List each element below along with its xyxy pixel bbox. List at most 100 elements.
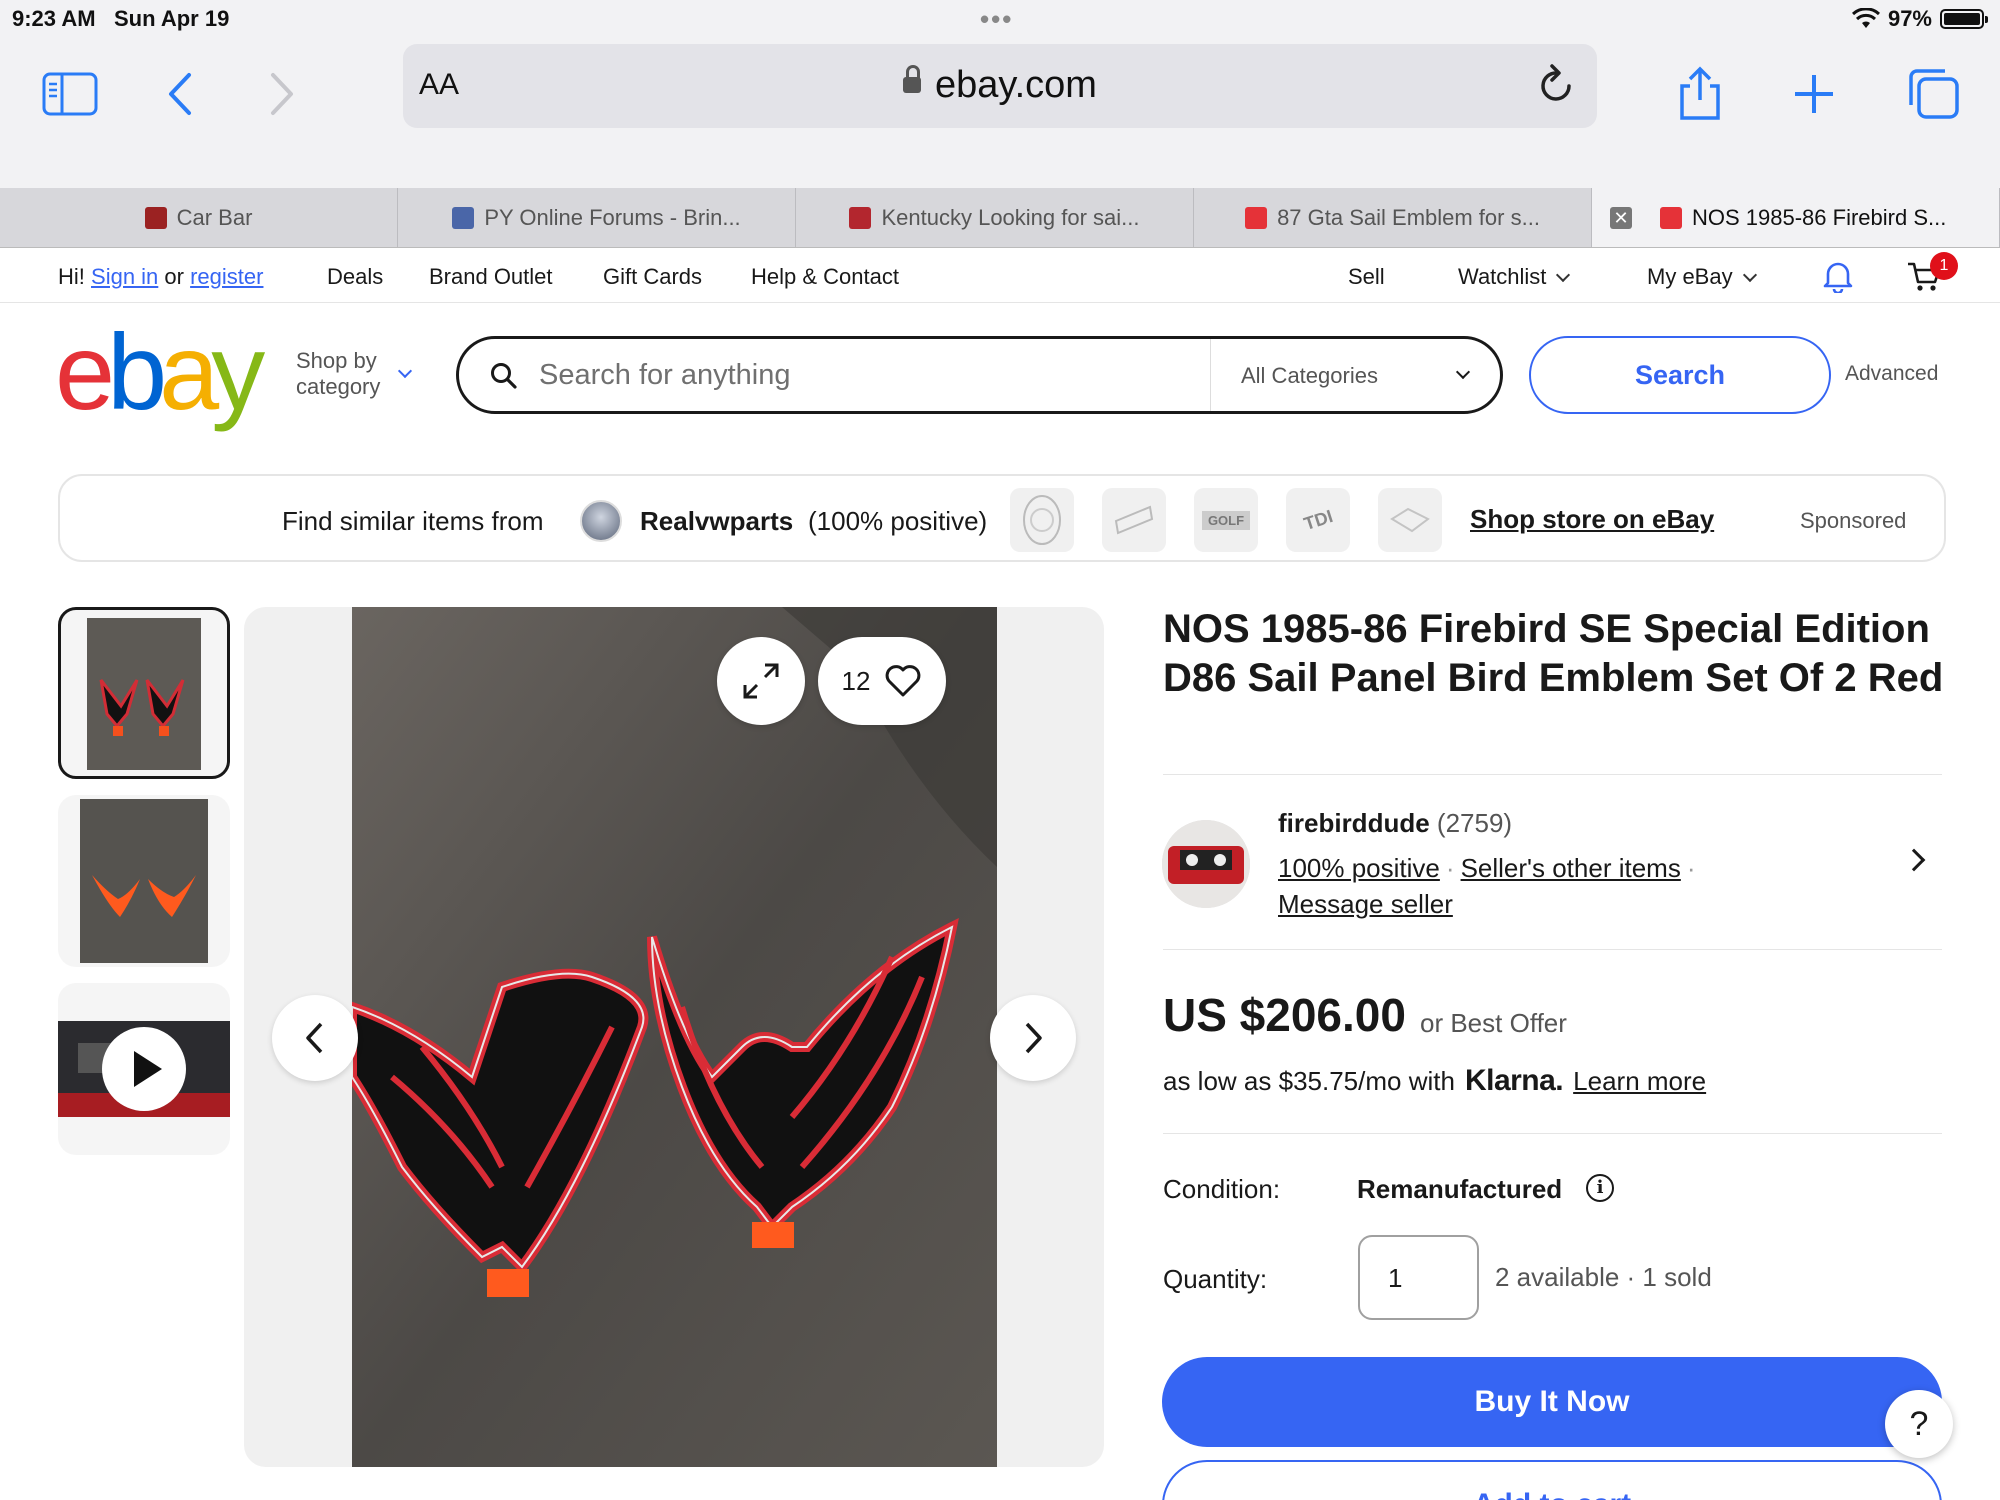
register-link[interactable]: register <box>190 264 263 289</box>
tab-car-bar[interactable]: Car Bar <box>0 188 398 247</box>
status-bar: 9:23 AM Sun Apr 19 ••• 97% <box>0 0 2000 36</box>
status-right: 97% <box>1851 6 1988 32</box>
advanced-search-link[interactable]: Advanced <box>1845 362 1938 386</box>
nav-help-contact[interactable]: Help & Contact <box>751 264 899 290</box>
chevron-right-icon[interactable] <box>1902 848 1926 872</box>
sponsored-store-banner: Find similar items from Realvwparts (100… <box>58 474 1946 562</box>
seller-other-items-link[interactable]: Seller's other items <box>1461 853 1681 883</box>
quantity-label: Quantity: <box>1163 1264 1268 1294</box>
tab-label: Car Bar <box>176 204 253 230</box>
tab-label: Kentucky Looking for sai... <box>881 204 1140 230</box>
tab-py-forums[interactable]: PY Online Forums - Brin... <box>398 188 796 247</box>
multitask-dots[interactable]: ••• <box>980 4 1013 35</box>
expand-icon[interactable] <box>717 637 805 725</box>
nav-my-ebay[interactable]: My eBay <box>1647 264 1757 290</box>
listing-title: NOS 1985-86 Firebird SE Special Edition … <box>1163 607 1944 700</box>
watch-count: 12 <box>841 665 871 696</box>
seller-avatar[interactable] <box>1162 820 1250 908</box>
close-tab-icon[interactable]: ✕ <box>1610 206 1632 229</box>
store-item-thumb[interactable] <box>1010 488 1074 552</box>
klarna-logo: Klarna. <box>1464 1064 1564 1097</box>
thumb-text: TDI <box>1300 505 1335 534</box>
nav-gift-cards[interactable]: Gift Cards <box>603 264 702 290</box>
thumb-text: GOLF <box>1201 510 1251 530</box>
shop-by-category-button[interactable]: Shop by category <box>296 348 380 400</box>
search-icon <box>489 361 519 396</box>
store-avatar[interactable] <box>580 500 622 542</box>
info-icon[interactable]: i <box>1586 1174 1614 1202</box>
tab-favicon <box>452 206 475 229</box>
store-seller-name[interactable]: Realvwparts <box>640 506 793 537</box>
ebay-logo[interactable]: ebay <box>55 318 265 426</box>
seller-info[interactable]: firebirddude (2759) <box>1278 808 1512 839</box>
share-icon[interactable] <box>1670 64 1730 124</box>
gallery-thumb-video[interactable] <box>58 983 230 1155</box>
klarna-financing: as low as $35.75/mo with Klarna. Learn mor… <box>1163 1064 1706 1098</box>
status-time: 9:23 AM <box>12 6 96 31</box>
tab-label: NOS 1985-86 Firebird S... <box>1692 204 1947 230</box>
chevron-down-icon <box>1455 364 1471 380</box>
orange-emblem-thumb-image <box>80 799 208 963</box>
positive-feedback-link[interactable]: 100% positive <box>1278 853 1440 883</box>
ebay-top-nav: Hi! Sign in or register Deals Brand Outl… <box>0 249 2000 303</box>
reload-icon[interactable] <box>1537 62 1577 111</box>
gallery-thumb-1[interactable] <box>58 607 230 779</box>
seller-links: 100% positive · Seller's other items · Mess… <box>1278 853 1696 919</box>
firebird-emblem-photo <box>352 607 997 1467</box>
klarna-text: as low as $35.75/mo with <box>1163 1066 1455 1096</box>
sidebar-icon[interactable] <box>40 64 100 124</box>
cart-count-badge: 1 <box>1930 252 1958 280</box>
previous-image-button[interactable] <box>272 995 358 1081</box>
tab-label: PY Online Forums - Brin... <box>484 204 741 230</box>
best-offer-text: or Best Offer <box>1420 1008 1567 1038</box>
search-button[interactable]: Search <box>1529 336 1831 414</box>
nav-deals[interactable]: Deals <box>327 264 383 290</box>
heart-icon <box>886 665 921 697</box>
search-input[interactable]: Search for anything <box>539 359 790 392</box>
quantity-input[interactable]: 1 <box>1358 1235 1479 1320</box>
category-select[interactable]: All Categories <box>1241 363 1378 389</box>
chevron-down-icon <box>1742 267 1757 283</box>
seller-feedback-count: (2759) <box>1436 808 1513 838</box>
main-product-image[interactable]: 12 <box>244 607 1104 1467</box>
status-date: Sun Apr 19 <box>114 6 230 31</box>
wifi-icon <box>1851 8 1880 28</box>
chevron-down-icon <box>397 363 413 379</box>
emblem-thumb-image <box>87 618 201 770</box>
add-to-cart-button[interactable]: Add to cart <box>1162 1460 1942 1500</box>
shop-store-link[interactable]: Shop store on eBay <box>1470 504 1714 535</box>
browser-toolbar: AA ebay.com <box>0 36 2000 188</box>
store-item-thumb[interactable]: TDI <box>1286 488 1350 552</box>
new-tab-icon[interactable] <box>1784 64 1844 124</box>
learn-more-link[interactable]: Learn more <box>1573 1066 1706 1096</box>
store-item-thumb[interactable] <box>1378 488 1442 552</box>
store-item-thumb[interactable] <box>1102 488 1166 552</box>
tab-firebird-active[interactable]: ✕ NOS 1985-86 Firebird S... <box>1592 188 2000 247</box>
tab-gta-emblem[interactable]: 87 Gta Sail Emblem for s... <box>1194 188 1592 247</box>
forward-icon[interactable] <box>252 64 312 124</box>
bell-icon[interactable] <box>1822 259 1854 299</box>
address-bar[interactable]: AA ebay.com <box>403 44 1597 128</box>
divider <box>1163 1133 1942 1134</box>
tab-kentucky[interactable]: Kentucky Looking for sai... <box>796 188 1194 247</box>
help-button[interactable]: ? <box>1885 1390 1953 1458</box>
item-price: US $206.00 <box>1163 989 1406 1041</box>
tab-favicon <box>144 206 167 229</box>
watch-button[interactable]: 12 <box>818 637 946 725</box>
sign-in-link[interactable]: Sign in <box>91 264 158 289</box>
store-item-thumb[interactable]: GOLF <box>1194 488 1258 552</box>
sponsored-label: Sponsored <box>1800 508 1907 533</box>
play-icon[interactable] <box>102 1027 186 1111</box>
tabs-overview-icon[interactable] <box>1904 64 1964 124</box>
message-seller-link[interactable]: Message seller <box>1278 889 1453 919</box>
back-icon[interactable] <box>150 64 210 124</box>
tab-strip: Car Bar PY Online Forums - Brin... Kentu… <box>0 188 2000 248</box>
next-image-button[interactable] <box>990 995 1076 1081</box>
nav-brand-outlet[interactable]: Brand Outlet <box>429 264 553 290</box>
nav-sell[interactable]: Sell <box>1348 264 1385 290</box>
url-display[interactable]: ebay.com <box>403 64 1597 107</box>
seller-name[interactable]: firebirddude <box>1278 808 1430 838</box>
nav-watchlist[interactable]: Watchlist <box>1458 264 1571 290</box>
gallery-thumb-2[interactable] <box>58 795 230 967</box>
buy-it-now-button[interactable]: Buy It Now <box>1162 1357 1942 1447</box>
